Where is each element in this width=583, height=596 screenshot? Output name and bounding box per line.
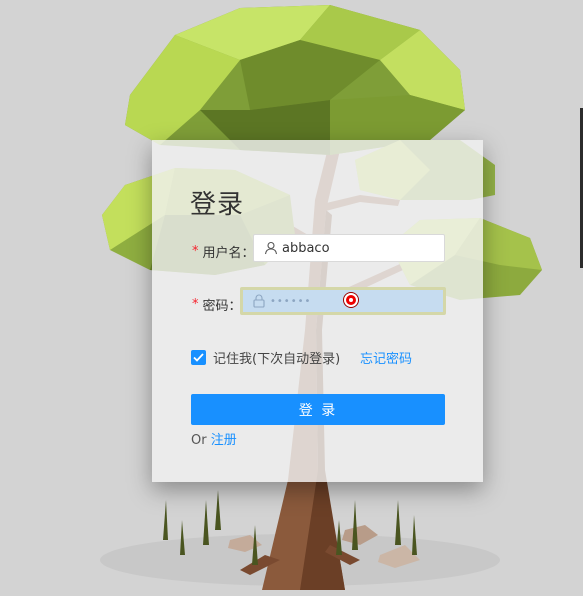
login-card: 登录 * 用户名： abbaco * 密码： •••••• 记住我(下次自动登录… [152, 140, 483, 482]
forgot-password-link[interactable]: 忘记密码 [360, 348, 412, 367]
remember-checkbox[interactable] [191, 350, 206, 365]
username-label: * 用户名： [192, 244, 255, 261]
login-button[interactable]: 登 录 [191, 394, 445, 425]
check-icon [193, 353, 204, 362]
remember-label[interactable]: 记住我(下次自动登录) [213, 348, 340, 367]
register-line: Or 注册 [191, 429, 237, 448]
register-link[interactable]: 注册 [211, 433, 237, 448]
password-field[interactable]: •••••• [240, 287, 446, 315]
mouse-cursor-indicator [346, 295, 356, 305]
password-label: * 密码： [192, 297, 242, 314]
page-title: 登录 [190, 190, 245, 220]
password-mask: •••••• [270, 295, 312, 307]
lock-icon [252, 294, 266, 308]
required-mark: * [192, 244, 199, 259]
username-value: abbaco [282, 240, 330, 256]
required-mark: * [192, 297, 199, 312]
user-icon [264, 241, 278, 255]
or-text: Or [191, 433, 207, 448]
username-field[interactable]: abbaco [253, 234, 445, 262]
